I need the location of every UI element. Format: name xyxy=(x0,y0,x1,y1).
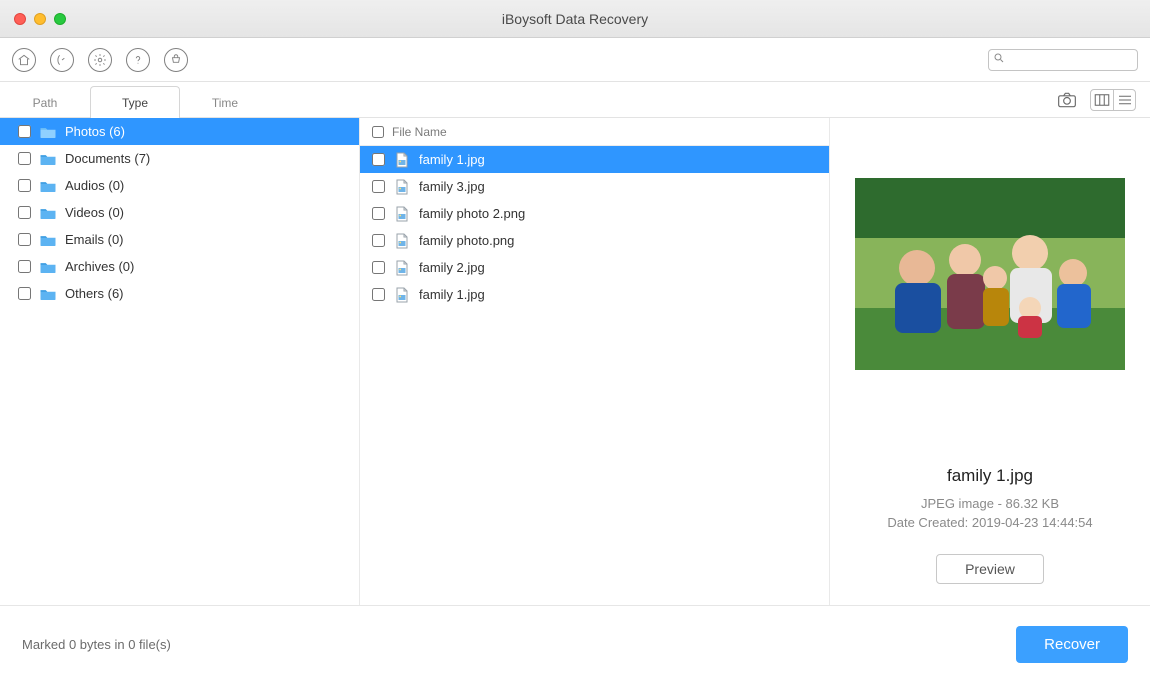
category-checkbox[interactable] xyxy=(18,152,31,165)
search-icon xyxy=(993,52,1005,67)
image-file-icon xyxy=(395,152,409,168)
scan-button[interactable] xyxy=(50,48,74,72)
file-checkbox[interactable] xyxy=(372,234,385,247)
image-file-icon xyxy=(395,233,409,249)
sidebar: Photos (6) Documents (7) Audios (0) Videos … xyxy=(0,118,360,605)
titlebar: iBoysoft Data Recovery xyxy=(0,0,1150,38)
category-label: Emails (0) xyxy=(65,232,124,247)
file-name: family photo 2.png xyxy=(419,206,525,221)
list-icon xyxy=(1116,92,1134,108)
file-row[interactable]: family 1.jpg xyxy=(360,281,829,308)
toolbar: ✕ xyxy=(0,38,1150,82)
sidebar-item-archives[interactable]: Archives (0) xyxy=(0,253,359,280)
file-name: family photo.png xyxy=(419,233,514,248)
columns-icon xyxy=(1093,92,1111,108)
folder-icon xyxy=(39,152,57,166)
preview-image xyxy=(855,178,1125,370)
category-checkbox[interactable] xyxy=(18,233,31,246)
status-text: Marked 0 bytes in 0 file(s) xyxy=(22,637,171,652)
folder-icon xyxy=(39,260,57,274)
file-checkbox[interactable] xyxy=(372,207,385,220)
view-controls xyxy=(1056,82,1150,117)
category-checkbox[interactable] xyxy=(18,125,31,138)
folder-icon xyxy=(39,179,57,193)
columns-view-button[interactable] xyxy=(1091,90,1113,110)
file-list-header-label: File Name xyxy=(392,125,447,139)
tab-type[interactable]: Type xyxy=(90,86,180,118)
search-input[interactable] xyxy=(1009,53,1150,67)
file-list-header[interactable]: File Name xyxy=(360,118,829,146)
file-row[interactable]: family 1.jpg xyxy=(360,146,829,173)
toolbar-icons xyxy=(12,48,188,72)
cart-button[interactable] xyxy=(164,48,188,72)
tab-path[interactable]: Path xyxy=(0,86,90,118)
sidebar-item-others[interactable]: Others (6) xyxy=(0,280,359,307)
tabs: Path Type Time xyxy=(0,82,360,117)
sidebar-item-emails[interactable]: Emails (0) xyxy=(0,226,359,253)
file-name: family 3.jpg xyxy=(419,179,485,194)
file-row[interactable]: family 2.jpg xyxy=(360,254,829,281)
camera-icon xyxy=(1057,91,1077,109)
category-checkbox[interactable] xyxy=(18,179,31,192)
sidebar-item-audios[interactable]: Audios (0) xyxy=(0,172,359,199)
image-file-icon xyxy=(395,260,409,276)
file-checkbox[interactable] xyxy=(372,288,385,301)
view-mode-segment xyxy=(1090,89,1136,111)
file-row[interactable]: family 3.jpg xyxy=(360,173,829,200)
file-row[interactable]: family photo.png xyxy=(360,227,829,254)
preview-panel: family 1.jpg JPEG image - 86.32 KB Date … xyxy=(830,118,1150,605)
category-label: Others (6) xyxy=(65,286,124,301)
preview-type-size: JPEG image - 86.32 KB xyxy=(921,496,1059,511)
list-view-button[interactable] xyxy=(1113,90,1135,110)
file-checkbox[interactable] xyxy=(372,153,385,166)
family-photo-placeholder xyxy=(855,178,1125,370)
category-label: Audios (0) xyxy=(65,178,124,193)
search-field[interactable]: ✕ xyxy=(988,49,1138,71)
sidebar-item-photos[interactable]: Photos (6) xyxy=(0,118,359,145)
footer: Marked 0 bytes in 0 file(s) Recover xyxy=(0,605,1150,683)
file-name: family 1.jpg xyxy=(419,287,485,302)
file-checkbox[interactable] xyxy=(372,261,385,274)
category-label: Photos (6) xyxy=(65,124,125,139)
main: Photos (6) Documents (7) Audios (0) Videos … xyxy=(0,118,1150,605)
folder-icon xyxy=(39,287,57,301)
image-file-icon xyxy=(395,287,409,303)
preview-date-created: Date Created: 2019-04-23 14:44:54 xyxy=(887,515,1092,530)
category-label: Documents (7) xyxy=(65,151,150,166)
image-file-icon xyxy=(395,206,409,222)
file-list: File Name family 1.jpg family 3.jpg family… xyxy=(360,118,830,605)
folder-icon xyxy=(39,125,57,139)
category-checkbox[interactable] xyxy=(18,287,31,300)
help-button[interactable] xyxy=(126,48,150,72)
select-all-checkbox[interactable] xyxy=(372,126,384,138)
camera-button[interactable] xyxy=(1056,90,1078,110)
sidebar-item-videos[interactable]: Videos (0) xyxy=(0,199,359,226)
scan-icon xyxy=(55,53,69,67)
tab-time[interactable]: Time xyxy=(180,86,270,118)
file-name: family 1.jpg xyxy=(419,152,485,167)
category-checkbox[interactable] xyxy=(18,206,31,219)
file-checkbox[interactable] xyxy=(372,180,385,193)
folder-icon xyxy=(39,206,57,220)
recover-button[interactable]: Recover xyxy=(1016,626,1128,663)
window-title: iBoysoft Data Recovery xyxy=(0,11,1150,27)
sidebar-item-documents[interactable]: Documents (7) xyxy=(0,145,359,172)
tab-row: Path Type Time xyxy=(0,82,1150,118)
folder-icon xyxy=(39,233,57,247)
file-row[interactable]: family photo 2.png xyxy=(360,200,829,227)
cart-icon xyxy=(169,53,183,67)
gear-icon xyxy=(93,53,107,67)
category-label: Archives (0) xyxy=(65,259,134,274)
category-label: Videos (0) xyxy=(65,205,124,220)
home-icon xyxy=(17,53,31,67)
file-name: family 2.jpg xyxy=(419,260,485,275)
home-button[interactable] xyxy=(12,48,36,72)
settings-button[interactable] xyxy=(88,48,112,72)
category-checkbox[interactable] xyxy=(18,260,31,273)
help-icon xyxy=(131,53,145,67)
preview-button[interactable]: Preview xyxy=(936,554,1044,584)
preview-filename: family 1.jpg xyxy=(947,466,1033,486)
image-file-icon xyxy=(395,179,409,195)
